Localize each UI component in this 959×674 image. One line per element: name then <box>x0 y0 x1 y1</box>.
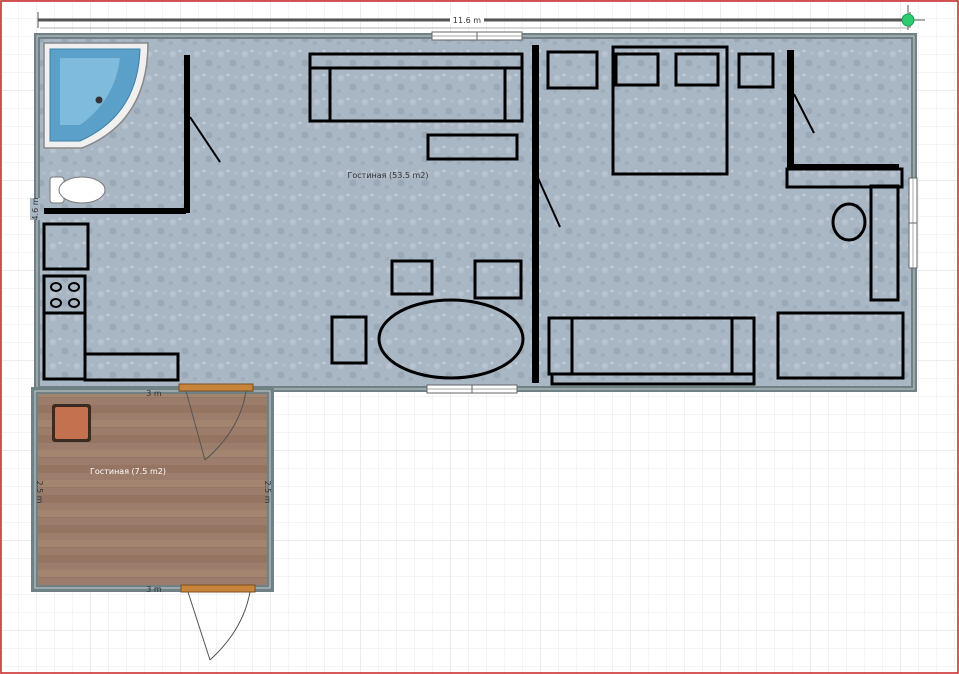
svg-text:2.5 m: 2.5 m <box>263 480 272 503</box>
toilet[interactable] <box>49 176 106 204</box>
floor-plan-svg[interactable]: 11.6 m 4.6 m Гостиная (53.5 m2) Гостиная… <box>0 0 959 674</box>
svg-text:2.5 m: 2.5 m <box>35 480 44 503</box>
annex-table[interactable] <box>52 404 91 442</box>
main-height-label: 4.6 m <box>31 197 40 220</box>
toilet-icon <box>58 176 106 204</box>
annex-room-label: Гостиная (7.5 m2) <box>90 467 166 476</box>
floor-plan-canvas[interactable]: 11.6 m 4.6 m Гостиная (53.5 m2) Гостиная… <box>0 0 959 674</box>
resize-handle[interactable] <box>901 13 915 27</box>
window-bottom[interactable] <box>426 384 518 394</box>
bathtub-icon <box>95 96 103 104</box>
window-right[interactable] <box>908 177 918 269</box>
total-width-label: 11.6 m <box>453 16 481 25</box>
svg-text:3 m: 3 m <box>146 389 162 398</box>
window-top[interactable] <box>431 31 523 41</box>
main-room-label: Гостиная (53.5 m2) <box>348 171 429 180</box>
main-height-dimension: 4.6 m <box>30 197 40 221</box>
svg-text:3 m: 3 m <box>146 585 162 594</box>
